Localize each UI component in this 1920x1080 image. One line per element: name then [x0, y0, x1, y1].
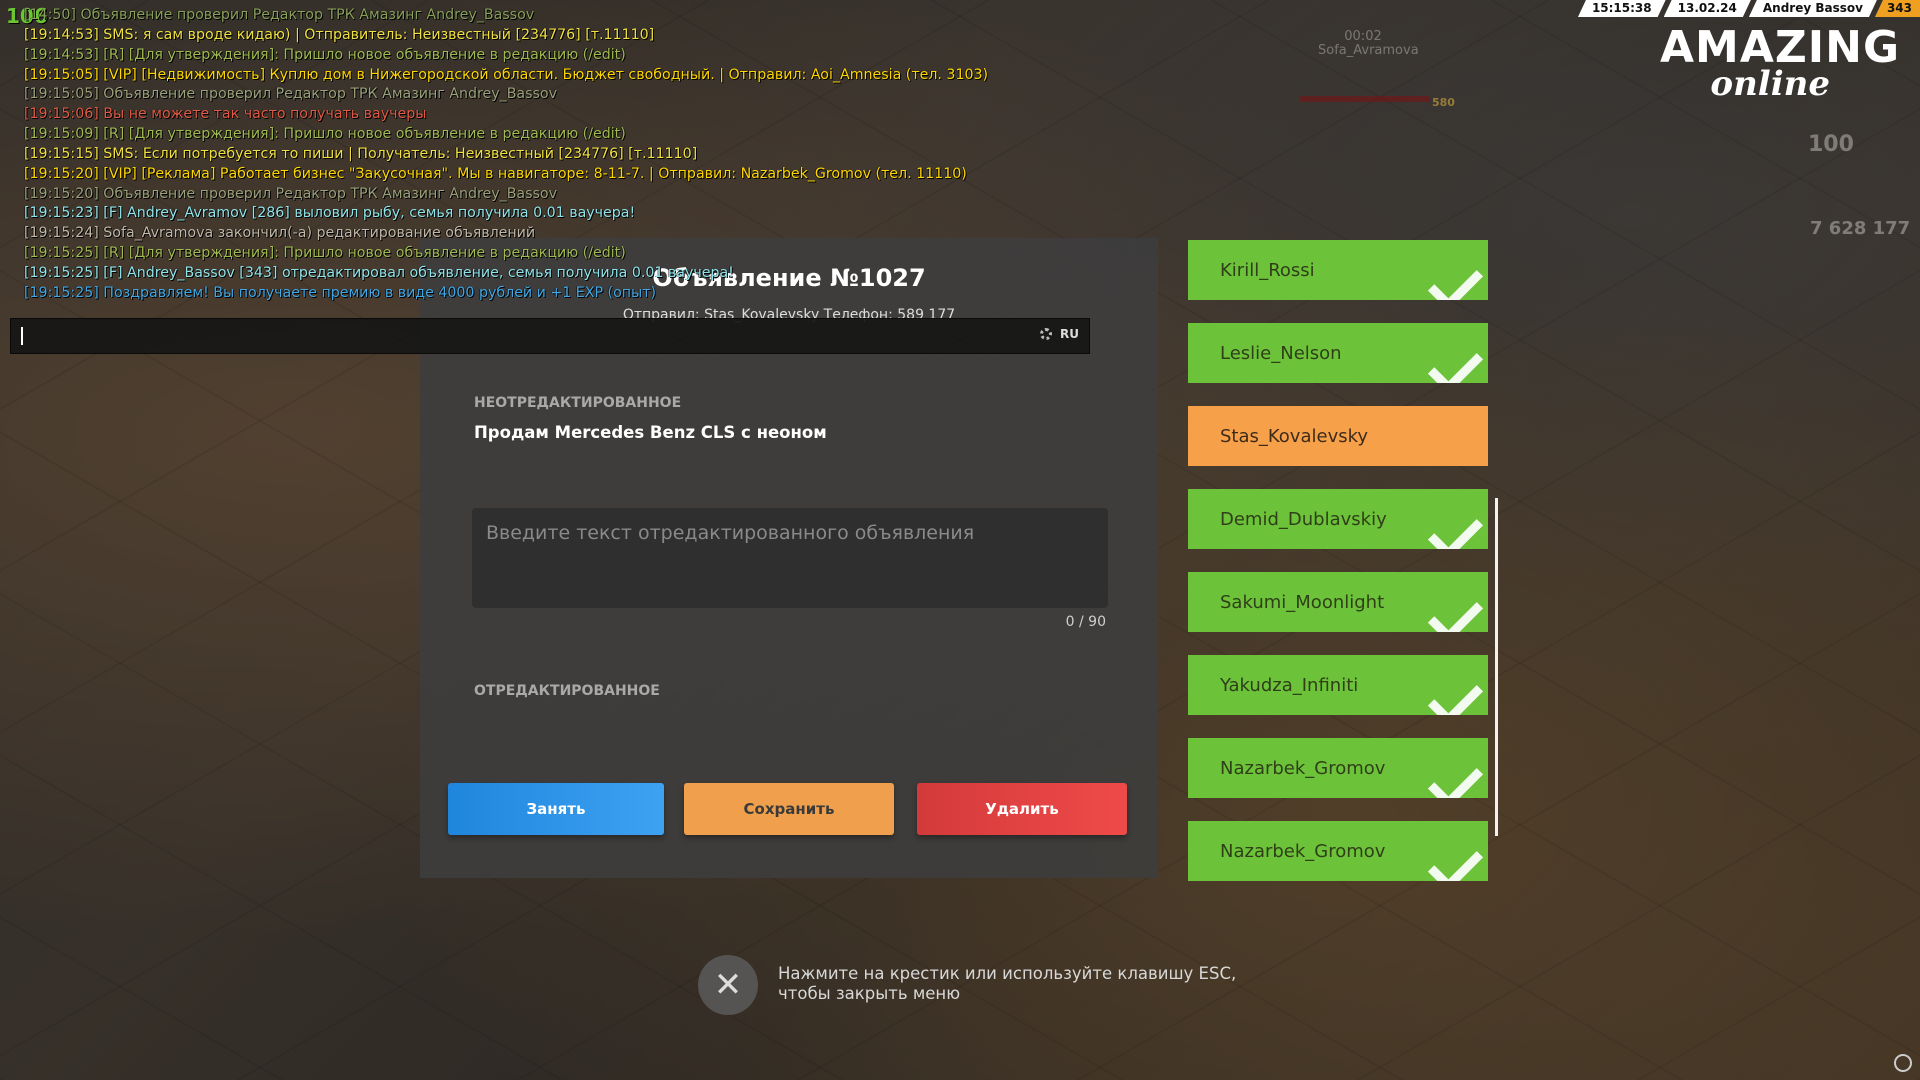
queue-item-name: Leslie_Nelson [1220, 342, 1342, 364]
money-display: 7 628 177 [1810, 218, 1911, 239]
checkmark-icon [1427, 753, 1484, 798]
queue-item[interactable]: Sakumi_Moonlight [1188, 572, 1488, 632]
queue-item[interactable]: Kirill_Rossi [1188, 240, 1488, 300]
chat-line: [19:15:25] [R] [Для утверждения]: Пришло… [24, 245, 626, 262]
queue-item-name: Kirill_Rossi [1220, 259, 1315, 281]
unedited-label: НЕОТРЕДАКТИРОВАННОЕ [474, 395, 682, 411]
chat-line: [19:15:20] [VIP] [Реклама] Работает бизн… [24, 165, 967, 182]
chat-input[interactable]: RU [10, 318, 1090, 354]
chat-line: [19:15:25] [F] Andrey_Bassov [343] отред… [24, 264, 734, 281]
chat-line: [19:14:53] [R] [Для утверждения]: Пришло… [24, 46, 626, 63]
chat-line: [19:15:25] Поздравляем! Вы получаете пре… [24, 284, 657, 301]
hud-time: 15:15:38 [1578, 0, 1666, 17]
queue-item-name: Demid_Dublavskiy [1220, 508, 1387, 530]
chat-line: [19:15:24] Sofa_Avramova закончил(-а) ре… [24, 225, 536, 242]
language-indicator[interactable]: RU [1060, 327, 1079, 341]
hud-date: 13.02.24 [1664, 0, 1751, 17]
queue-item[interactable]: Nazarbek_Gromov [1188, 821, 1488, 881]
char-counter: 0 / 90 [1065, 614, 1106, 630]
queue-item-name: Sakumi_Moonlight [1220, 591, 1385, 613]
checkmark-icon [1427, 587, 1484, 632]
nearby-player-health-bar [1300, 96, 1430, 102]
queue-item-name: Stas_Kovalevsky [1220, 425, 1369, 447]
hud-player-id: 343 [1874, 0, 1920, 17]
nearby-player-timer: 00:02 [1344, 29, 1382, 44]
refresh-icon [1894, 1054, 1912, 1072]
queue-item[interactable]: Stas_Kovalevsky [1188, 406, 1488, 466]
checkmark-icon [1427, 255, 1484, 300]
nearby-player-name: Sofa_Avramova [1318, 43, 1419, 58]
edited-label: ОТРЕДАКТИРОВАННОЕ [474, 683, 660, 699]
nearby-player-tag: 00:02 Sofa_Avramova [1318, 29, 1419, 58]
top-hud: 15:15:38 13.02.24 Andrey Bassov 343 [1580, 0, 1920, 17]
hp-stat: 100 [1808, 132, 1854, 157]
queue-item[interactable]: Demid_Dublavskiy [1188, 489, 1488, 549]
checkmark-icon [1427, 670, 1484, 715]
chat-line: [19:15:15] SMS: Если потребуется то пиши… [24, 145, 698, 162]
queue-item[interactable]: Leslie_Nelson [1188, 323, 1488, 383]
edited-ad-input[interactable]: Введите текст отредактированного объявле… [472, 508, 1108, 608]
queue-item-name: Nazarbek_Gromov [1220, 757, 1386, 779]
queue-item[interactable]: Nazarbek_Gromov [1188, 738, 1488, 798]
chat-input-tools: RU [1040, 327, 1079, 341]
ad-queue-list: Kirill_Rossi Leslie_Nelson Stas_Kovalevsky… [1188, 240, 1488, 904]
unedited-ad-text: Продам Mercedes Benz CLS с неоном [474, 423, 827, 442]
chat-line: [19:15:05] Объявление проверил Редактор … [24, 86, 557, 103]
chat-line: [19:15:06] Вы не можете так часто получа… [24, 106, 427, 123]
delete-button[interactable]: Удалить [917, 783, 1127, 835]
chat-line: [19:15:20] Объявление проверил Редактор … [24, 185, 557, 202]
checkmark-icon [1427, 836, 1484, 881]
queue-item[interactable]: Yakudza_Infiniti [1188, 655, 1488, 715]
queue-item-name: Nazarbek_Gromov [1220, 840, 1386, 862]
nearby-value: 580 [1432, 96, 1455, 109]
checkmark-icon [1427, 338, 1484, 383]
chat-line: [19:14:53] SMS: я сам вроде кидаю) | Отп… [24, 26, 655, 43]
chat-line: [14:50] Объявление проверил Редактор ТРК… [24, 7, 535, 23]
chat-line: [19:15:05] [VIP] [Недвижимость] Куплю до… [24, 66, 989, 83]
chat-line: [19:15:09] [R] [Для утверждения]: Пришло… [24, 126, 626, 143]
chat-log: [14:50] Объявление проверил Редактор ТРК… [24, 6, 988, 304]
gear-icon[interactable] [1040, 328, 1053, 340]
hud-player-name: Andrey Bassov [1749, 0, 1877, 17]
checkmark-icon [1427, 504, 1484, 549]
text-caret [21, 327, 23, 345]
save-button[interactable]: Сохранить [684, 783, 894, 835]
take-button[interactable]: Занять [448, 783, 664, 835]
amazing-online-logo: AMAZING online [1660, 22, 1901, 104]
close-icon[interactable]: ✕ [698, 955, 758, 1015]
chat-line: [19:15:23] [F] Andrey_Avramov [286] выло… [24, 205, 636, 222]
queue-scrollbar[interactable] [1495, 498, 1498, 836]
queue-item-name: Yakudza_Infiniti [1220, 674, 1359, 696]
close-hint-text: Нажмите на крестик или используйте клави… [778, 964, 1237, 1003]
